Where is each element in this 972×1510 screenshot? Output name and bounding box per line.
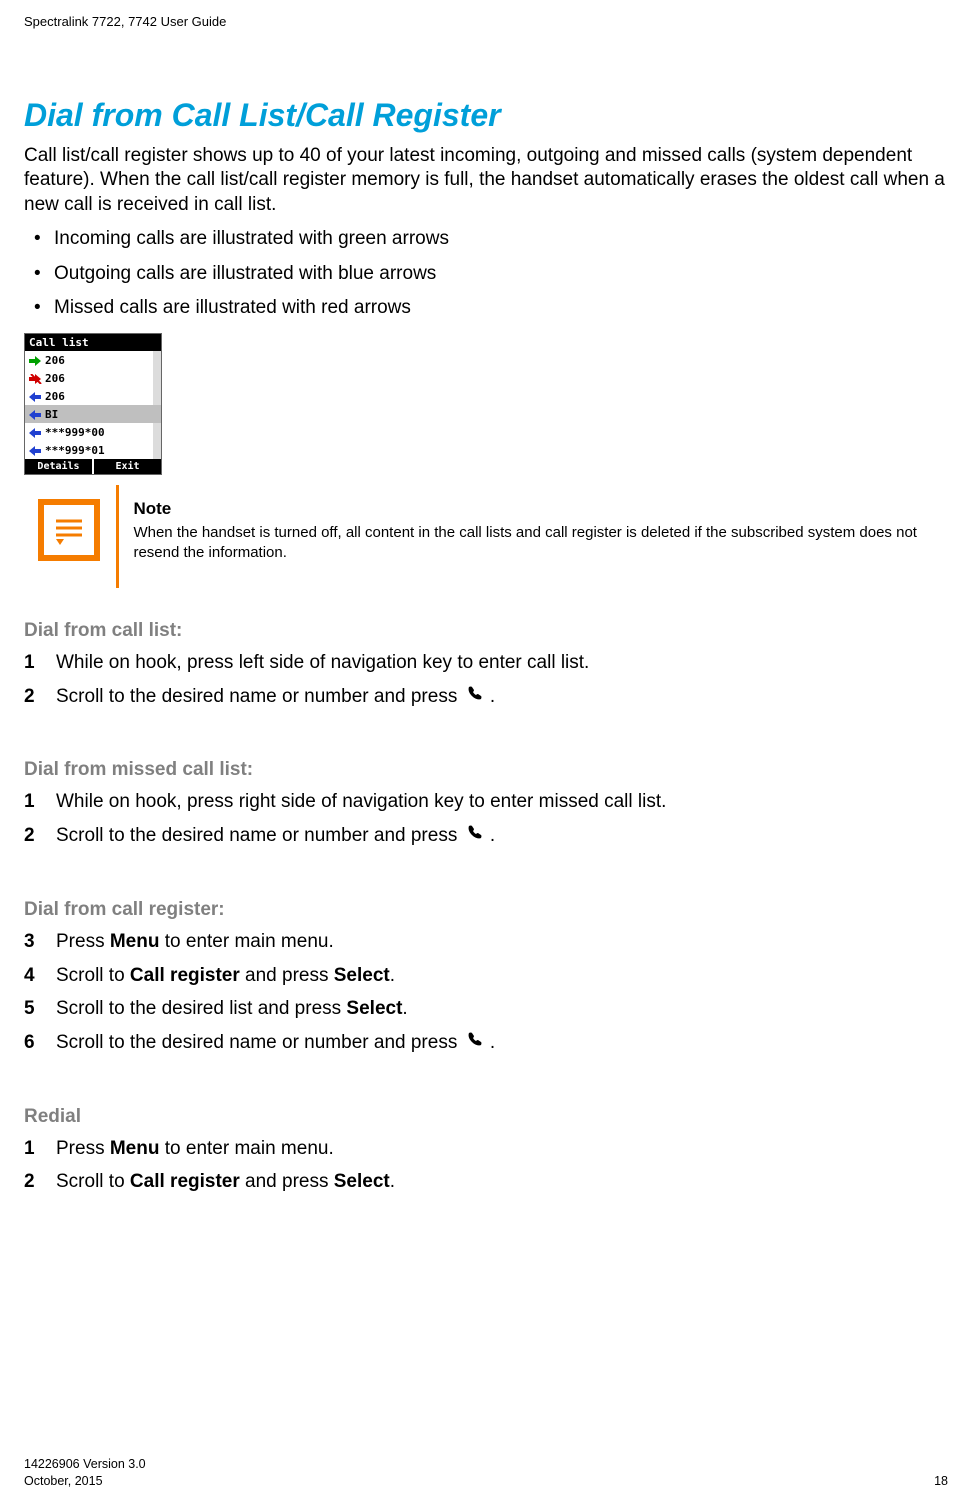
phone-titlebar: Call list bbox=[25, 334, 161, 351]
call-icon bbox=[465, 684, 483, 710]
phone-list-row: ***999*01 bbox=[25, 441, 161, 459]
steps-list: Press Menu to enter main menu. Scroll to… bbox=[24, 1136, 948, 1195]
intro-paragraph: Call list/call register shows up to 40 o… bbox=[24, 144, 948, 217]
step-item: Press Menu to enter main menu. bbox=[24, 929, 948, 955]
arrow-left-blue-icon bbox=[29, 426, 45, 439]
section-heading: Dial from missed call list: bbox=[24, 759, 948, 781]
call-icon bbox=[465, 1030, 483, 1056]
phone-list-text: 206 bbox=[45, 354, 65, 367]
step-item: Press Menu to enter main menu. bbox=[24, 1136, 948, 1162]
step-item: Scroll to Call register and press Select… bbox=[24, 1169, 948, 1195]
note-block: Note When the handset is turned off, all… bbox=[38, 499, 948, 562]
footer-version: 14226906 Version 3.0 bbox=[24, 1456, 146, 1473]
phone-list-row: ***999*00 bbox=[25, 423, 161, 441]
step-item: Scroll to the desired name or number and… bbox=[24, 1030, 948, 1056]
phone-softkeys: Details Exit bbox=[25, 459, 161, 474]
phone-softkey-right: Exit bbox=[92, 459, 161, 474]
footer-date: October, 2015 bbox=[24, 1473, 146, 1490]
arrow-left-blue-icon bbox=[29, 444, 45, 457]
step-item: Scroll to the desired name or number and… bbox=[24, 823, 948, 849]
phone-softkey-left: Details bbox=[25, 459, 92, 474]
arrow-right-green-icon bbox=[29, 354, 45, 367]
step-item: Scroll to the desired name or number and… bbox=[24, 684, 948, 710]
step-item: While on hook, press right side of navig… bbox=[24, 789, 948, 815]
phone-list-row: 206 bbox=[25, 387, 161, 405]
steps-list: While on hook, press right side of navig… bbox=[24, 789, 948, 848]
phone-list-text: ***999*00 bbox=[45, 426, 105, 439]
note-body: When the handset is turned off, all cont… bbox=[133, 523, 948, 562]
note-title: Note bbox=[133, 499, 948, 519]
list-item: Incoming calls are illustrated with gree… bbox=[24, 227, 948, 252]
call-icon bbox=[465, 823, 483, 849]
section-heading: Dial from call register: bbox=[24, 899, 948, 921]
phone-list-text: 206 bbox=[45, 390, 65, 403]
arrow-left-blue-icon bbox=[29, 408, 45, 421]
step-item: While on hook, press left side of naviga… bbox=[24, 650, 948, 676]
steps-list: While on hook, press left side of naviga… bbox=[24, 650, 948, 709]
phone-call-list: 206 206 206 BI ***999*00 bbox=[25, 351, 161, 459]
arrow-left-blue-icon bbox=[29, 390, 45, 403]
section-heading: Dial from call list: bbox=[24, 620, 948, 642]
arrow-right-red-missed-icon bbox=[29, 372, 45, 385]
page-title: Dial from Call List/Call Register bbox=[24, 97, 948, 134]
phone-list-row: 206 bbox=[25, 369, 161, 387]
step-item: Scroll to Call register and press Select… bbox=[24, 963, 948, 989]
phone-list-text: 206 bbox=[45, 372, 65, 385]
list-item: Missed calls are illustrated with red ar… bbox=[24, 296, 948, 321]
page-number: 18 bbox=[934, 1473, 948, 1490]
phone-screenshot: Call list 206 206 206 BI bbox=[24, 333, 948, 475]
list-item: Outgoing calls are illustrated with blue… bbox=[24, 262, 948, 287]
phone-list-row: 206 bbox=[25, 351, 161, 369]
phone-list-text: ***999*01 bbox=[45, 444, 105, 457]
step-item: Scroll to the desired list and press Sel… bbox=[24, 996, 948, 1022]
steps-list: Press Menu to enter main menu. Scroll to… bbox=[24, 929, 948, 1056]
note-divider-bar bbox=[116, 485, 119, 588]
page-footer: 14226906 Version 3.0 October, 2015 18 bbox=[24, 1456, 948, 1490]
note-icon bbox=[38, 499, 100, 561]
phone-frame: Call list 206 206 206 BI bbox=[24, 333, 162, 475]
document-header: Spectralink 7722, 7742 User Guide bbox=[24, 14, 948, 29]
phone-list-row-selected: BI bbox=[25, 405, 161, 423]
phone-list-text: BI bbox=[45, 408, 58, 421]
section-heading: Redial bbox=[24, 1106, 948, 1128]
feature-bullet-list: Incoming calls are illustrated with gree… bbox=[24, 227, 948, 321]
